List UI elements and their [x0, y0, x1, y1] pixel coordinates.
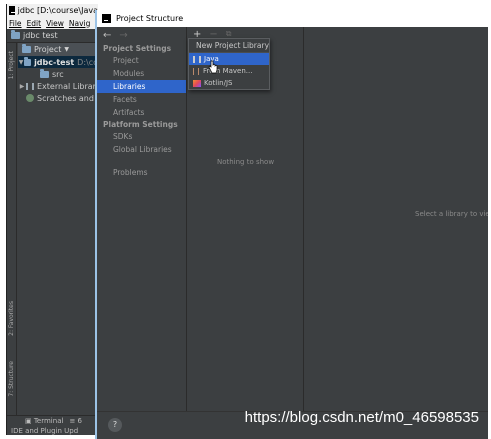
section-project-settings: Project Settings [103, 44, 172, 53]
tree-item-label: External Librar [37, 81, 96, 91]
terminal-label: Terminal [33, 417, 64, 425]
project-folder-icon [11, 30, 20, 39]
select-library-hint: Select a library to view [415, 210, 491, 218]
sidebar-item-sdks[interactable]: SDKs [97, 130, 186, 143]
settings-sidebar: ← → Project Settings Project Modules Lib… [97, 27, 187, 411]
tree-item-jdbc-test[interactable]: ▼ jdbc-test D:\co [18, 56, 98, 68]
back-arrow-icon[interactable]: ← [103, 30, 111, 41]
dialog-body: ← → Project Settings Project Modules Lib… [97, 27, 491, 439]
ide-menubar: File Edit View Navig [7, 17, 98, 29]
nav-arrows: ← → [97, 27, 186, 43]
new-project-library-popup: New Project Library Java From Maven... K… [188, 38, 270, 90]
chevron-down-icon: ▼ [64, 46, 69, 53]
collapsed-arrow-icon: ▶ [19, 82, 25, 90]
dialog-titlebar[interactable]: Project Structure [97, 10, 491, 27]
ide-window: jdbc [D:\course\Java File Edit View Navi… [6, 4, 98, 435]
project-tool-window: Project ▼ ▼ jdbc-test D:\co src ▶ Extern… [18, 43, 98, 415]
intellij-logo-icon [9, 6, 15, 15]
tree-item-scratches[interactable]: Scratches and [18, 92, 98, 104]
forward-arrow-icon[interactable]: → [119, 30, 127, 41]
ide-bottom-bar: ▣ Terminal ≡ 6 IDE and Plugin Upd [7, 415, 98, 435]
watermark-text: https://blog.csdn.net/m0_46598535 [244, 409, 479, 426]
ide-navbar: jdbc test [7, 29, 98, 43]
sidebar-item-modules[interactable]: Modules [97, 67, 186, 80]
maven-icon [193, 67, 199, 75]
source-folder-icon [40, 68, 49, 78]
section-platform-settings: Platform Settings [103, 120, 178, 129]
tool-tab-project[interactable]: 1: Project [8, 51, 16, 79]
java-library-icon [193, 55, 201, 63]
ide-title: jdbc [D:\course\Java [17, 6, 98, 15]
popup-item-from-maven[interactable]: From Maven... [189, 65, 269, 77]
tree-item-external-libraries[interactable]: ▶ External Librar [18, 80, 98, 92]
tree-item-src[interactable]: src [18, 68, 98, 80]
menu-view[interactable]: View [46, 19, 64, 28]
intellij-logo-icon [102, 14, 111, 23]
module-folder-icon [24, 56, 32, 66]
sidebar-item-problems[interactable]: Problems [97, 166, 186, 179]
tool-tab-favorites[interactable]: 2: Favorites [8, 301, 16, 336]
sidebar-item-facets[interactable]: Facets [97, 93, 186, 106]
popup-item-label: Kotlin/JS [204, 79, 233, 87]
tree-item-label: Scratches and [37, 93, 94, 103]
sidebar-item-artifacts[interactable]: Artifacts [97, 106, 186, 119]
scratches-icon [26, 94, 34, 102]
todo-label: 6 [77, 417, 82, 425]
tool-tab-structure[interactable]: 7: Structure [8, 361, 16, 397]
ide-titlebar: jdbc [D:\course\Java [7, 4, 98, 17]
sidebar-item-libraries[interactable]: Libraries [97, 80, 186, 93]
project-view-label: Project [34, 45, 62, 54]
hand-cursor-icon [208, 60, 218, 74]
popup-item-kotlin-js[interactable]: Kotlin/JS [189, 77, 269, 89]
status-message[interactable]: IDE and Plugin Upd [11, 427, 78, 435]
library-details-panel: Select a library to view [305, 27, 491, 411]
popup-item-java[interactable]: Java [189, 53, 269, 65]
sidebar-item-global-libraries[interactable]: Global Libraries [97, 143, 186, 156]
project-structure-dialog: Project Structure ← → Project Settings P… [95, 10, 491, 439]
tree-item-label: src [52, 69, 64, 79]
library-icon [26, 82, 34, 90]
left-tool-strip: 1: Project 2: Favorites 7: Structure [7, 43, 17, 415]
menu-edit[interactable]: Edit [27, 19, 42, 28]
todo-tab[interactable]: ≡ 6 [69, 417, 82, 425]
help-button[interactable]: ? [108, 418, 122, 432]
terminal-tab[interactable]: ▣ Terminal [25, 417, 63, 425]
tree-item-label: jdbc-test [34, 57, 75, 67]
empty-list-text: Nothing to show [216, 158, 275, 166]
project-view-icon [22, 44, 31, 53]
menu-navigate[interactable]: Navig [69, 19, 91, 28]
sidebar-item-project[interactable]: Project [97, 54, 186, 67]
navbar-project-name[interactable]: jdbc test [23, 31, 58, 40]
kotlin-icon [193, 79, 201, 87]
dialog-title: Project Structure [116, 14, 184, 23]
popup-title: New Project Library [189, 39, 269, 53]
menu-file[interactable]: File [9, 19, 22, 28]
project-view-dropdown[interactable]: Project ▼ [18, 43, 98, 56]
